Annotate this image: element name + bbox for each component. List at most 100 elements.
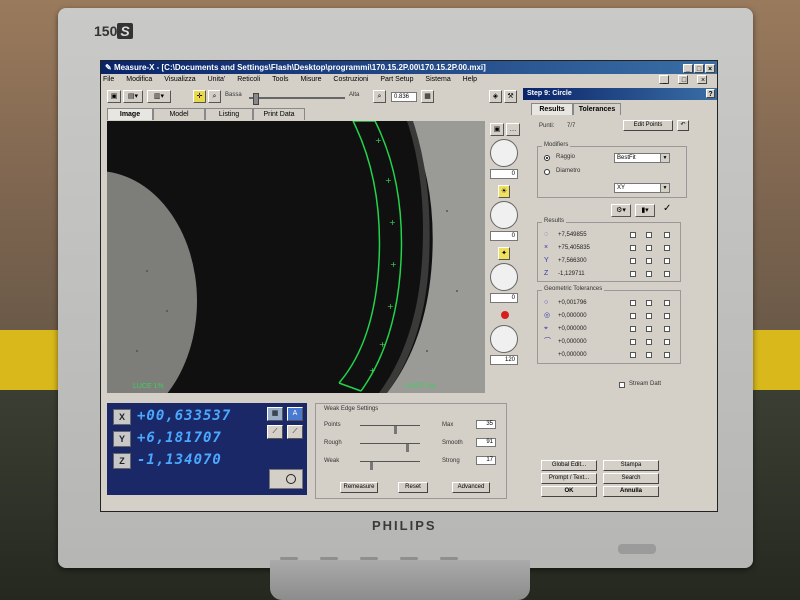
tools-icon[interactable]: ⚒ — [504, 90, 517, 103]
window-layout-icon[interactable]: ▤▾ — [123, 90, 143, 103]
checkbox[interactable] — [646, 245, 652, 251]
chart-icon[interactable]: ▮▾ — [635, 204, 655, 217]
search-button[interactable]: Search — [603, 473, 659, 484]
checkbox[interactable] — [630, 326, 636, 332]
maximize-button[interactable]: □ — [694, 64, 704, 73]
tab-print-data[interactable]: Print Data — [253, 108, 305, 120]
menu-part-setup[interactable]: Part Setup — [378, 76, 413, 83]
z-axis-button[interactable]: Z — [113, 453, 131, 469]
monitor-buttons[interactable] — [280, 547, 510, 560]
checkbox[interactable] — [630, 271, 636, 277]
checkbox[interactable] — [646, 258, 652, 264]
checkbox[interactable] — [630, 313, 636, 319]
rough-value[interactable]: 91 — [476, 438, 496, 447]
edge-tool-icon[interactable]: ⟋ — [287, 425, 303, 439]
global-edit-button[interactable]: Global Edit... — [541, 460, 597, 471]
search-icon[interactable]: ⌕ — [373, 90, 386, 103]
checkbox[interactable] — [646, 271, 652, 277]
checkbox[interactable] — [664, 313, 670, 319]
edit-points-button[interactable]: Edit Points — [623, 120, 673, 131]
checkbox[interactable] — [630, 352, 636, 358]
zoom-value-field[interactable]: 0.836 — [391, 92, 417, 102]
checkbox[interactable] — [664, 271, 670, 277]
tab-results[interactable]: Results — [531, 103, 573, 115]
annulla-button[interactable]: Annulla — [603, 486, 659, 497]
crosshair-icon[interactable]: ✛ — [193, 90, 206, 103]
probe-button[interactable] — [269, 469, 303, 489]
checkbox[interactable] — [646, 352, 652, 358]
tab-model[interactable]: Model — [153, 108, 205, 120]
checkbox[interactable] — [664, 339, 670, 345]
rough-slider[interactable] — [360, 443, 420, 452]
checkbox[interactable] — [630, 245, 636, 251]
checkbox[interactable] — [664, 245, 670, 251]
checkbox[interactable] — [646, 313, 652, 319]
menu-misure[interactable]: Misure — [298, 76, 321, 83]
checkbox[interactable] — [664, 352, 670, 358]
light-dial-1[interactable] — [490, 139, 518, 167]
reset-button[interactable]: Reset — [398, 482, 428, 493]
rough-slider-thumb[interactable] — [406, 444, 409, 452]
checkbox[interactable] — [646, 339, 652, 345]
camera-view[interactable]: + + + + + + + LUCE 1% LUCE 1% — [107, 121, 485, 393]
menu-costruzioni[interactable]: Costruzioni — [331, 76, 368, 83]
stream-datt-checkbox[interactable] — [619, 382, 625, 388]
plane-select[interactable]: XY ▼ — [614, 183, 670, 193]
menu-help[interactable]: Help — [461, 76, 477, 83]
tab-listing[interactable]: Listing — [205, 108, 253, 120]
options-icon[interactable]: ⚙▾ — [611, 204, 631, 217]
weak-slider-thumb[interactable] — [370, 462, 373, 470]
points-slider[interactable] — [360, 425, 420, 434]
raggio-radio[interactable] — [544, 155, 550, 161]
prompt-text-button[interactable]: Prompt / Text... — [541, 473, 597, 484]
y-axis-button[interactable]: Y — [113, 431, 131, 447]
menu-reticoli[interactable]: Reticoli — [235, 76, 260, 83]
menu-file[interactable]: File — [101, 76, 114, 83]
view-layout-icon[interactable]: ▥▾ — [147, 90, 171, 103]
points-value[interactable]: 35 — [476, 420, 496, 429]
light-slider-thumb[interactable] — [253, 93, 259, 105]
checkbox[interactable] — [664, 300, 670, 306]
menu-visualizza[interactable]: Visualizza — [162, 76, 195, 83]
light-dial-3[interactable] — [490, 263, 518, 291]
checkbox[interactable] — [630, 339, 636, 345]
checkbox[interactable] — [646, 232, 652, 238]
weak-value[interactable]: 17 — [476, 456, 496, 465]
checkbox[interactable] — [664, 258, 670, 264]
checkbox[interactable] — [646, 300, 652, 306]
help-button[interactable]: ? — [706, 89, 715, 98]
points-slider-thumb[interactable] — [394, 426, 397, 434]
undo-button[interactable]: ↶ — [677, 120, 689, 131]
light-slider[interactable] — [249, 93, 345, 105]
inner-minimize-button[interactable]: _ — [659, 75, 669, 84]
checkbox[interactable] — [630, 300, 636, 306]
tab-image[interactable]: Image — [107, 108, 153, 120]
inner-close-button[interactable]: × — [697, 75, 707, 84]
eraser-icon[interactable]: ◈ — [489, 90, 502, 103]
checkbox[interactable] — [664, 326, 670, 332]
advanced-button[interactable]: Advanced — [452, 482, 490, 493]
tab-tolerances[interactable]: Tolerances — [573, 103, 621, 115]
diametro-radio[interactable] — [544, 169, 550, 175]
stampa-button[interactable]: Stampa — [603, 460, 659, 471]
checkbox[interactable] — [646, 326, 652, 332]
more-options-icon[interactable]: … — [506, 123, 520, 136]
auto-tool-icon[interactable]: A — [287, 407, 303, 421]
checkbox[interactable] — [630, 258, 636, 264]
monitor-power-button[interactable] — [618, 544, 656, 554]
remeasure-button[interactable]: Remeasure — [340, 482, 378, 493]
save-image-icon[interactable]: ▦ — [421, 90, 434, 103]
light-dial-2[interactable] — [490, 201, 518, 229]
layout-icon[interactable]: ▣ — [107, 90, 121, 103]
ring-light-icon[interactable]: ▣ — [490, 123, 504, 136]
check-icon[interactable]: ✓ — [663, 203, 671, 214]
checkbox[interactable] — [664, 232, 670, 238]
line-tool-icon[interactable]: ⟋ — [267, 425, 283, 439]
minimize-button[interactable]: _ — [683, 64, 693, 73]
fit-select[interactable]: BestFit ▼ — [614, 153, 670, 163]
lamp-icon[interactable]: ✦ — [498, 247, 510, 260]
laser-pointer-icon[interactable] — [501, 311, 509, 319]
menu-modifica[interactable]: Modifica — [124, 76, 152, 83]
inner-maximize-button[interactable]: □ — [678, 75, 688, 84]
menu-tools[interactable]: Tools — [270, 76, 288, 83]
